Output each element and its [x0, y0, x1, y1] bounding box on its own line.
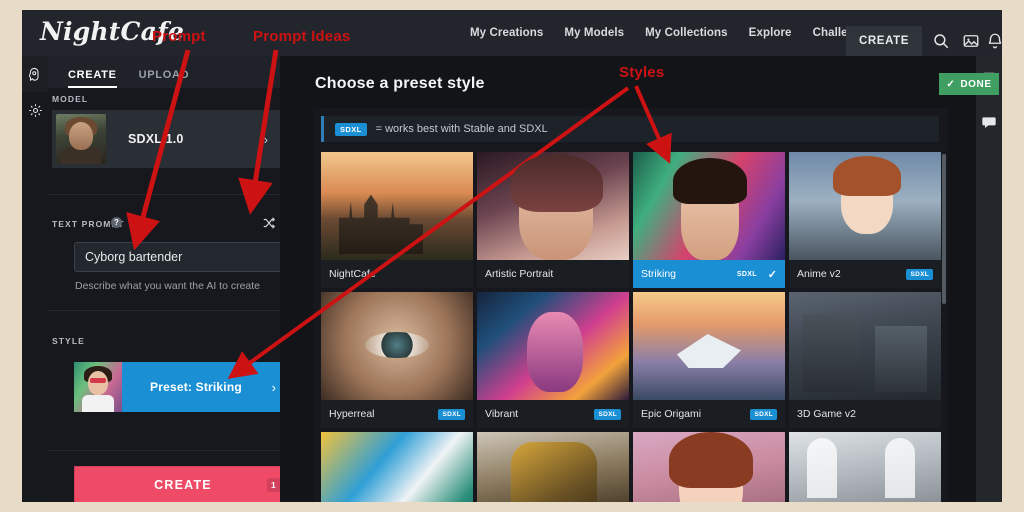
style-section-label: STYLE	[52, 336, 85, 346]
grid-scrollbar[interactable]	[942, 154, 946, 304]
sdxl-badge: SDXL	[750, 408, 777, 420]
style-card-thumbnail	[477, 292, 629, 400]
nav-explore[interactable]: Explore	[749, 27, 792, 39]
style-card-caption: Anime v2 SDXL	[789, 260, 941, 288]
prompt-hint: Describe what you want the AI to create	[75, 280, 261, 292]
chevron-right-icon: ›	[271, 379, 276, 395]
style-card[interactable]	[789, 432, 941, 502]
gallery-icon[interactable]	[962, 32, 984, 54]
style-card-caption: Epic Origami SDXL	[633, 400, 785, 428]
tab-upload[interactable]: UPLOAD	[139, 69, 190, 88]
divider	[48, 194, 280, 195]
style-card[interactable]	[321, 432, 473, 502]
style-card-caption: Artistic Portrait	[477, 260, 629, 288]
style-card-label: Striking	[641, 268, 677, 280]
ai-brain-icon[interactable]	[22, 56, 48, 92]
style-card-label: Vibrant	[485, 408, 519, 420]
style-card-thumbnail	[477, 152, 629, 260]
left-icon-rail	[22, 56, 48, 502]
model-thumbnail	[56, 114, 106, 164]
top-nav: My Creations My Models My Collections Ex…	[470, 10, 875, 56]
done-label: DONE	[960, 78, 992, 90]
sdxl-info-text: = works best with Stable and SDXL	[375, 123, 548, 135]
tab-create[interactable]: CREATE	[68, 69, 117, 88]
style-card[interactable]: NightCafe	[321, 152, 473, 288]
app-window: NightCafe My Creations My Models My Coll…	[22, 10, 1002, 502]
divider	[48, 450, 280, 451]
style-card-thumbnail	[321, 292, 473, 400]
search-icon[interactable]	[932, 32, 954, 54]
style-card-thumbnail	[321, 432, 473, 502]
model-selector[interactable]: SDXL 1.0 ›	[52, 110, 280, 168]
divider	[48, 310, 280, 311]
style-card-caption: Hyperreal SDXL	[321, 400, 473, 428]
style-card-caption: 3D Game v2	[789, 400, 941, 428]
annotation-styles: Styles	[619, 64, 665, 81]
style-card[interactable]	[633, 432, 785, 502]
style-card-thumbnail	[477, 432, 629, 502]
style-card-thumbnail	[789, 292, 941, 400]
annotation-prompt: Prompt	[152, 28, 206, 45]
bell-icon[interactable]	[986, 32, 1002, 54]
page-title: Choose a preset style	[315, 75, 485, 92]
style-card[interactable]	[477, 432, 629, 502]
create-button-label: CREATE	[154, 478, 212, 492]
sidebar-tabs: CREATE UPLOAD	[48, 56, 300, 88]
style-grid-container: SDXL = works best with Stable and SDXL N…	[313, 108, 948, 502]
style-card[interactable]: Hyperreal SDXL	[321, 292, 473, 428]
style-card-thumbnail	[789, 152, 941, 260]
right-icon-rail	[976, 56, 1002, 502]
style-card-thumbnail	[633, 292, 785, 400]
style-card-label: Artistic Portrait	[485, 268, 554, 280]
style-card[interactable]: Anime v2 SDXL	[789, 152, 941, 288]
sdxl-badge: SDXL	[438, 408, 465, 420]
style-card-thumbnail	[321, 152, 473, 260]
style-selector[interactable]: Preset: Striking ›	[74, 362, 288, 412]
style-card-label: 3D Game v2	[797, 408, 856, 420]
style-card-caption: NightCafe	[321, 260, 473, 288]
create-button[interactable]: CREATE 1	[74, 466, 292, 502]
model-section-label: MODEL	[52, 94, 89, 104]
nav-my-collections[interactable]: My Collections	[645, 27, 728, 39]
sdxl-badge: SDXL	[906, 268, 933, 280]
chevron-right-icon: ›	[263, 131, 268, 147]
style-card-label: Epic Origami	[641, 408, 702, 420]
sdxl-badge: SDXL	[736, 270, 757, 278]
chat-bubble-icon[interactable]	[976, 100, 1002, 144]
create-credits-badge: 1	[267, 478, 281, 492]
gear-icon[interactable]	[22, 92, 48, 128]
prompt-input[interactable]	[74, 242, 286, 272]
help-icon[interactable]: ?	[111, 217, 122, 228]
style-card[interactable]: Epic Origami SDXL	[633, 292, 785, 428]
style-card-label: Anime v2	[797, 268, 841, 280]
done-button[interactable]: ✓ DONE	[939, 73, 999, 95]
style-card-thumbnail	[789, 432, 941, 502]
annotation-prompt-ideas: Prompt Ideas	[253, 28, 351, 45]
main-panel: Choose a preset style ✓ DONE SDXL = work…	[280, 56, 999, 502]
style-card-caption: Striking SDXL ✓	[633, 260, 785, 288]
style-name: Preset: Striking	[150, 380, 242, 394]
style-card[interactable]: Artistic Portrait	[477, 152, 629, 288]
check-icon: ✓	[767, 268, 777, 281]
style-card-label: Hyperreal	[329, 408, 375, 420]
style-grid: NightCafe Artistic Portrait Striking SDXL ✓ A…	[321, 152, 941, 502]
style-card-thumbnail	[633, 432, 785, 502]
style-card-thumbnail	[633, 152, 785, 260]
sdxl-badge: SDXL	[335, 122, 367, 136]
sdxl-badge: SDXL	[594, 408, 621, 420]
style-card[interactable]: Vibrant SDXL	[477, 292, 629, 428]
create-top-button[interactable]: CREATE	[846, 26, 922, 56]
nav-my-models[interactable]: My Models	[564, 27, 624, 39]
shuffle-icon[interactable]	[262, 216, 276, 230]
style-thumbnail	[74, 362, 122, 412]
nav-my-creations[interactable]: My Creations	[470, 27, 543, 39]
model-name: SDXL 1.0	[128, 132, 184, 146]
sdxl-info-bar: SDXL = works best with Stable and SDXL	[321, 116, 939, 142]
style-card-label: NightCafe	[329, 268, 376, 280]
style-card-caption: Vibrant SDXL	[477, 400, 629, 428]
check-icon: ✓	[946, 78, 956, 90]
style-card[interactable]: 3D Game v2	[789, 292, 941, 428]
style-card[interactable]: Striking SDXL ✓	[633, 152, 785, 288]
